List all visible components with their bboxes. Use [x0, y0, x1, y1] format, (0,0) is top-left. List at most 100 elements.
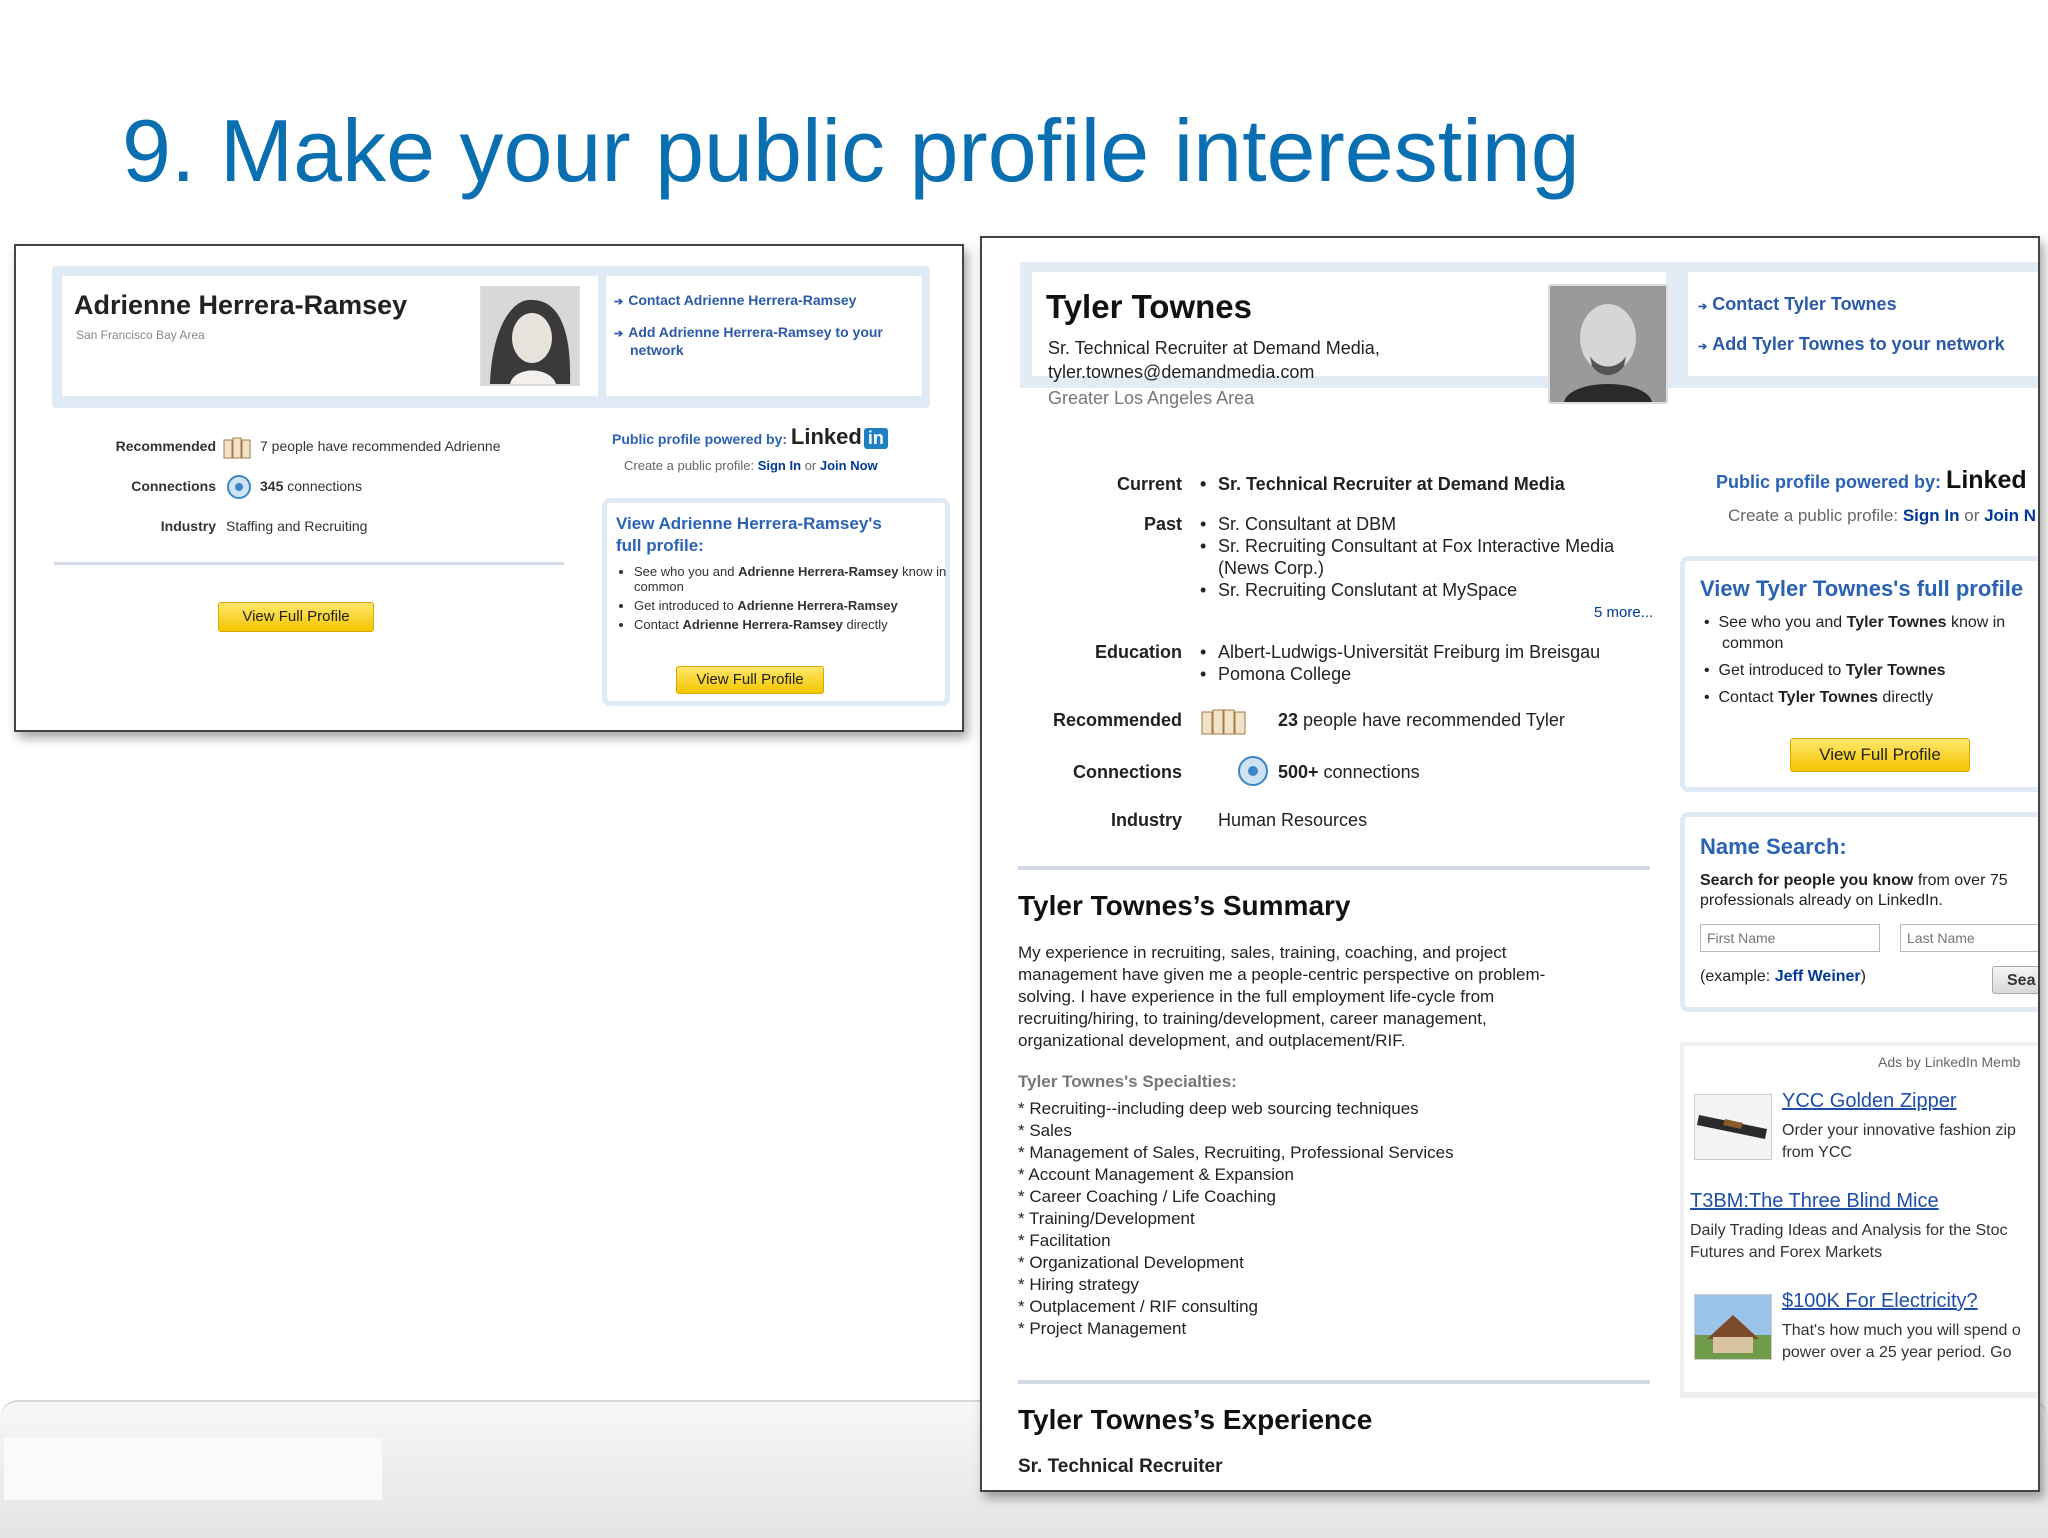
- profile-location: San Francisco Bay Area: [76, 328, 205, 342]
- name-search-description: Search for people you know from over 75: [1700, 872, 2008, 889]
- list-item: * Hiring strategy: [1018, 1275, 1139, 1294]
- past-item: Sr. Consultant at DBM: [1200, 514, 1396, 535]
- ad-text: Order your innovative fashion zip: [1782, 1122, 2016, 1139]
- profile-name: Tyler Townes: [1046, 288, 1252, 325]
- connections-icon: [1236, 754, 1270, 793]
- profile-headline: Sr. Technical Recruiter at Demand Media,: [1048, 338, 1380, 358]
- join-now-link[interactable]: Join Now: [820, 458, 878, 473]
- view-full-profile-button[interactable]: View Full Profile: [1790, 738, 1970, 772]
- large-profile-screenshot: Tyler Townes Sr. Technical Recruiter at …: [980, 236, 2040, 1492]
- list-item: Get introduced to Adrienne Herrera-Ramse…: [634, 598, 954, 613]
- profile-location: Greater Los Angeles Area: [1048, 388, 1255, 408]
- current-value: Sr. Technical Recruiter at Demand Media: [1200, 474, 1565, 495]
- contact-link[interactable]: ➔ Contact Tyler Townes: [1698, 294, 1897, 315]
- view-full-profile-button[interactable]: View Full Profile: [218, 602, 374, 632]
- industry-value: Human Resources: [1218, 810, 1368, 830]
- experience-heading: Tyler Townes’s Experience: [1018, 1404, 1373, 1435]
- create-profile-line: Create a public profile: Sign In or Join…: [1728, 506, 2037, 525]
- summary-text: My experience in recruiting, sales, trai…: [1018, 943, 1546, 1050]
- ad-image-house[interactable]: [1694, 1294, 1772, 1360]
- name-search-heading: Name Search:: [1700, 834, 1847, 859]
- view-full-profile-title: View Tyler Townes's full profile: [1700, 576, 2024, 601]
- arrow-right-icon: ➔: [614, 328, 624, 340]
- more-positions-link[interactable]: 5 more...: [1594, 604, 1653, 621]
- list-item: • Get introduced to Tyler Townes: [1704, 662, 1946, 679]
- list-item: * Outplacement / RIF consulting: [1018, 1297, 1259, 1316]
- ad-text: That's how much you will spend o: [1782, 1322, 2021, 1339]
- view-full-profile-button-2[interactable]: View Full Profile: [676, 666, 824, 694]
- list-item: * Training/Development: [1018, 1209, 1195, 1228]
- add-to-network-link[interactable]: ➔ Add Adrienne Herrera-Ramsey to your: [614, 324, 883, 340]
- ad-text: Futures and Forex Markets: [1690, 1244, 1883, 1261]
- experience-role: Sr. Technical Recruiter: [1018, 1456, 1223, 1477]
- list-item: * Sales: [1018, 1121, 1072, 1140]
- connections-label: Connections: [131, 478, 216, 494]
- recommendations-icon: [1200, 702, 1252, 741]
- profile-actions-card: [1688, 272, 2038, 376]
- recommended-label: Recommended: [1052, 710, 1182, 730]
- add-to-network-link[interactable]: ➔ Add Tyler Townes to your network: [1698, 334, 2005, 355]
- last-name-input[interactable]: [1900, 924, 2038, 952]
- profile-photo: [480, 286, 580, 386]
- current-label: Current: [1116, 474, 1182, 494]
- contact-link[interactable]: ➔ Contact Adrienne Herrera-Ramsey: [614, 292, 856, 308]
- list-item: * Organizational Development: [1018, 1253, 1244, 1272]
- search-button[interactable]: Sea: [1992, 966, 2038, 994]
- industry-label: Industry: [1110, 810, 1182, 830]
- ad-text: from YCC: [1782, 1144, 1852, 1161]
- linkedin-in-icon: in: [863, 428, 888, 449]
- past-item: Sr. Recruiting Consultant at Fox Interac…: [1200, 536, 1614, 557]
- slide-title: 9. Make your public profile interesting: [122, 101, 1580, 200]
- ads-label: Ads by LinkedIn Memb: [1878, 1054, 2021, 1070]
- connections-icon: [226, 474, 252, 505]
- recommended-value: 7 people have recommended Adrienne: [260, 438, 501, 454]
- name-search-example: (example: Jeff Weiner): [1700, 968, 1866, 985]
- arrow-right-icon: ➔: [1698, 301, 1708, 313]
- specialties-heading: Tyler Townes's Specialties:: [1018, 1072, 1237, 1091]
- profile-photo: [1548, 284, 1668, 404]
- recommended-label: Recommended: [115, 438, 216, 454]
- list-item: • See who you and Tyler Townes know in: [1704, 614, 2006, 631]
- industry-value: Staffing and Recruiting: [226, 518, 368, 534]
- recommended-value: 23 people have recommended Tyler: [1278, 710, 1565, 730]
- education-item: Albert-Ludwigs-Universität Freiburg im B…: [1200, 642, 1600, 663]
- list-item: • Contact Tyler Townes directly: [1704, 689, 1934, 706]
- specialties-list: * Recruiting--including deep web sourcin…: [1018, 1098, 1454, 1340]
- view-full-profile-title-cont: full profile:: [616, 536, 704, 555]
- example-name-link[interactable]: Jeff Weiner: [1775, 968, 1861, 985]
- ad-text: Daily Trading Ideas and Analysis for the…: [1690, 1222, 2008, 1239]
- linkedin-logo: Linked: [790, 424, 862, 449]
- ad-image-zipper[interactable]: [1694, 1094, 1772, 1160]
- list-item-cont: common: [1722, 635, 1784, 652]
- ad-title-link[interactable]: T3BM:The Three Blind Mice: [1690, 1190, 1939, 1213]
- recommendations-icon: [222, 432, 254, 465]
- small-profile-screenshot: Adrienne Herrera-Ramsey San Francisco Ba…: [14, 244, 964, 732]
- arrow-right-icon: ➔: [1698, 341, 1708, 353]
- list-item: See who you and Adrienne Herrera-Ramsey …: [634, 564, 954, 594]
- connections-value: 345 connections: [260, 478, 362, 494]
- ad-title-link[interactable]: $100K For Electricity?: [1782, 1290, 1978, 1313]
- add-to-network-link-cont[interactable]: network: [630, 342, 684, 358]
- sign-in-link[interactable]: Sign In: [758, 458, 801, 473]
- list-item: * Account Management & Expansion: [1018, 1165, 1294, 1184]
- powered-by: Public profile powered by: Linked in: [612, 424, 888, 450]
- sign-in-link[interactable]: Sign In: [1903, 506, 1960, 525]
- view-full-profile-list: See who you and Adrienne Herrera-Ramsey …: [616, 564, 954, 636]
- profile-email: tyler.townes@demandmedia.com: [1048, 362, 1315, 382]
- list-item: * Management of Sales, Recruiting, Profe…: [1018, 1143, 1454, 1162]
- linkedin-logo: Linked: [1946, 466, 2027, 494]
- list-item: Contact Adrienne Herrera-Ramsey directly: [634, 617, 954, 632]
- list-item: * Recruiting--including deep web sourcin…: [1018, 1099, 1419, 1118]
- arrow-right-icon: ➔: [614, 296, 624, 308]
- join-now-link[interactable]: Join N: [1984, 506, 2036, 525]
- create-profile-line: Create a public profile: Sign In or Join…: [624, 458, 878, 473]
- first-name-input[interactable]: [1700, 924, 1880, 952]
- list-item: * Facilitation: [1018, 1231, 1111, 1250]
- summary-heading: Tyler Townes’s Summary: [1018, 890, 1351, 921]
- slide-footer-tab: [4, 1438, 382, 1500]
- ad-title-link[interactable]: YCC Golden Zipper: [1782, 1090, 1957, 1113]
- view-full-profile-title: View Adrienne Herrera-Ramsey's: [616, 514, 882, 533]
- education-label: Education: [1094, 642, 1182, 662]
- list-item: * Career Coaching / Life Coaching: [1018, 1187, 1276, 1206]
- list-item: * Project Management: [1018, 1319, 1187, 1338]
